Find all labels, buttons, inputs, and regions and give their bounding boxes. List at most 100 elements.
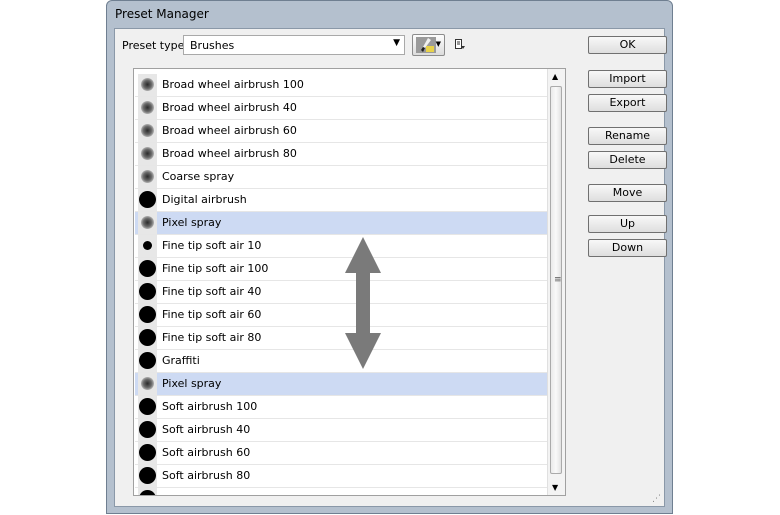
ok-button[interactable]: OK [588, 36, 667, 54]
preset-row[interactable] [135, 488, 549, 495]
preset-name: Soft airbrush 100 [162, 400, 258, 413]
brush-picker-button[interactable]: ▼ [412, 34, 445, 56]
preset-row[interactable]: Fine tip soft air 100 [135, 258, 549, 281]
panel-menu-icon[interactable] [455, 39, 465, 50]
preset-row[interactable]: Graffiti [135, 350, 549, 373]
preset-row[interactable]: Fine tip soft air 40 [135, 281, 549, 304]
brush-tip-icon [139, 260, 156, 277]
preset-type-select[interactable]: Brushes ▼ [183, 35, 405, 55]
preset-name: Fine tip soft air 100 [162, 262, 269, 275]
brush-tip-icon [139, 467, 156, 484]
preset-name: Soft airbrush 60 [162, 446, 251, 459]
preset-manager-window: Preset Manager Preset type: Brushes ▼ ▼ … [106, 0, 673, 514]
preset-name: Broad wheel airbrush 60 [162, 124, 297, 137]
preset-name: Graffiti [162, 354, 200, 367]
export-button[interactable]: Export [588, 94, 667, 112]
brush-thumbnail [138, 120, 157, 142]
window-title: Preset Manager [115, 7, 209, 21]
preset-name: Broad wheel airbrush 40 [162, 101, 297, 114]
import-button[interactable]: Import [588, 70, 667, 88]
grip-icon: ≡ [554, 275, 562, 285]
brush-icon [416, 37, 436, 53]
delete-button[interactable]: Delete [588, 151, 667, 169]
move-button[interactable]: Move [588, 184, 667, 202]
preset-name: Soft airbrush 40 [162, 423, 251, 436]
brush-thumbnail [138, 488, 157, 495]
resize-grip-icon[interactable]: ⋰ [652, 494, 661, 504]
brush-tip-icon [143, 241, 152, 250]
brush-thumbnail [138, 143, 157, 165]
brush-tip-icon [141, 101, 154, 114]
preset-row[interactable]: Broad wheel airbrush 60 [135, 120, 549, 143]
preset-name: Broad wheel airbrush 80 [162, 147, 297, 160]
brush-thumbnail [138, 166, 157, 188]
brush-thumbnail [138, 350, 157, 372]
preset-row[interactable]: Fine tip soft air 80 [135, 327, 549, 350]
title-bar[interactable]: Preset Manager [107, 1, 672, 27]
brush-thumbnail [138, 74, 157, 96]
dropdown-arrow-icon: ▼ [435, 40, 441, 48]
up-button[interactable]: Up [588, 215, 667, 233]
dialog-body: Preset type: Brushes ▼ ▼ Broad wheel air… [114, 28, 667, 507]
scroll-down-icon[interactable]: ▼ [552, 483, 558, 492]
down-button[interactable]: Down [588, 239, 667, 257]
chevron-down-icon: ▼ [393, 38, 400, 48]
brush-tip-icon [139, 329, 156, 346]
double-arrow-icon [345, 237, 381, 369]
brush-tip-icon [141, 78, 154, 91]
preset-row[interactable]: Broad wheel airbrush 80 [135, 143, 549, 166]
brush-tip-icon [139, 191, 156, 208]
preset-name: Coarse spray [162, 170, 235, 183]
brush-tip-icon [141, 377, 154, 390]
preset-row[interactable]: Pixel spray [135, 373, 549, 396]
brush-tip-icon [139, 306, 156, 323]
brush-tip-icon [141, 216, 154, 229]
preset-type-value: Brushes [190, 39, 235, 52]
preset-row[interactable]: Fine tip soft air 60 [135, 304, 549, 327]
scroll-up-icon[interactable]: ▲ [552, 72, 558, 81]
preset-row[interactable]: Coarse spray [135, 166, 549, 189]
preset-row[interactable]: Broad wheel airbrush 40 [135, 97, 549, 120]
preset-row[interactable]: Fine tip soft air 10 [135, 235, 549, 258]
preset-name: Digital airbrush [162, 193, 247, 206]
preset-name: Fine tip soft air 40 [162, 285, 262, 298]
preset-name: Fine tip soft air 60 [162, 308, 262, 321]
preset-type-label: Preset type: [122, 39, 189, 52]
brush-tip-icon [139, 352, 156, 369]
brush-tip-icon [139, 421, 156, 438]
brush-thumbnail [138, 258, 157, 280]
preset-name: Pixel spray [162, 216, 222, 229]
brush-thumbnail [138, 373, 157, 395]
brush-thumbnail [138, 442, 157, 464]
preset-name: Fine tip soft air 10 [162, 239, 262, 252]
vertical-scrollbar[interactable]: ▲ ≡ ▼ [547, 69, 565, 495]
preset-name: Pixel spray [162, 377, 222, 390]
preset-row[interactable]: Soft airbrush 80 [135, 465, 549, 488]
preset-name: Fine tip soft air 80 [162, 331, 262, 344]
preset-row[interactable]: Digital airbrush [135, 189, 549, 212]
brush-thumbnail [138, 189, 157, 211]
preset-row[interactable]: Broad wheel airbrush 100 [135, 74, 549, 97]
preset-row[interactable]: Pixel spray [135, 212, 549, 235]
brush-thumbnail [138, 97, 157, 119]
preset-rows: Broad wheel airbrush 100 Broad wheel airb… [135, 74, 549, 495]
brush-tip-icon [139, 444, 156, 461]
brush-thumbnail [138, 304, 157, 326]
preset-name: Broad wheel airbrush 100 [162, 78, 304, 91]
brush-tip-icon [139, 283, 156, 300]
brush-tip-icon [139, 490, 156, 495]
brush-tip-icon [139, 398, 156, 415]
preset-name: Soft airbrush 80 [162, 469, 251, 482]
preset-row[interactable]: Soft airbrush 100 [135, 396, 549, 419]
scroll-thumb[interactable]: ≡ [550, 86, 562, 474]
brush-tip-icon [141, 170, 154, 183]
preset-row[interactable]: Soft airbrush 40 [135, 419, 549, 442]
brush-thumbnail [138, 465, 157, 487]
rename-button[interactable]: Rename [588, 127, 667, 145]
brush-thumbnail [138, 327, 157, 349]
brush-thumbnail [138, 281, 157, 303]
brush-tip-icon [141, 147, 154, 160]
preset-row[interactable]: Soft airbrush 60 [135, 442, 549, 465]
brush-thumbnail [138, 396, 157, 418]
brush-thumbnail [138, 419, 157, 441]
